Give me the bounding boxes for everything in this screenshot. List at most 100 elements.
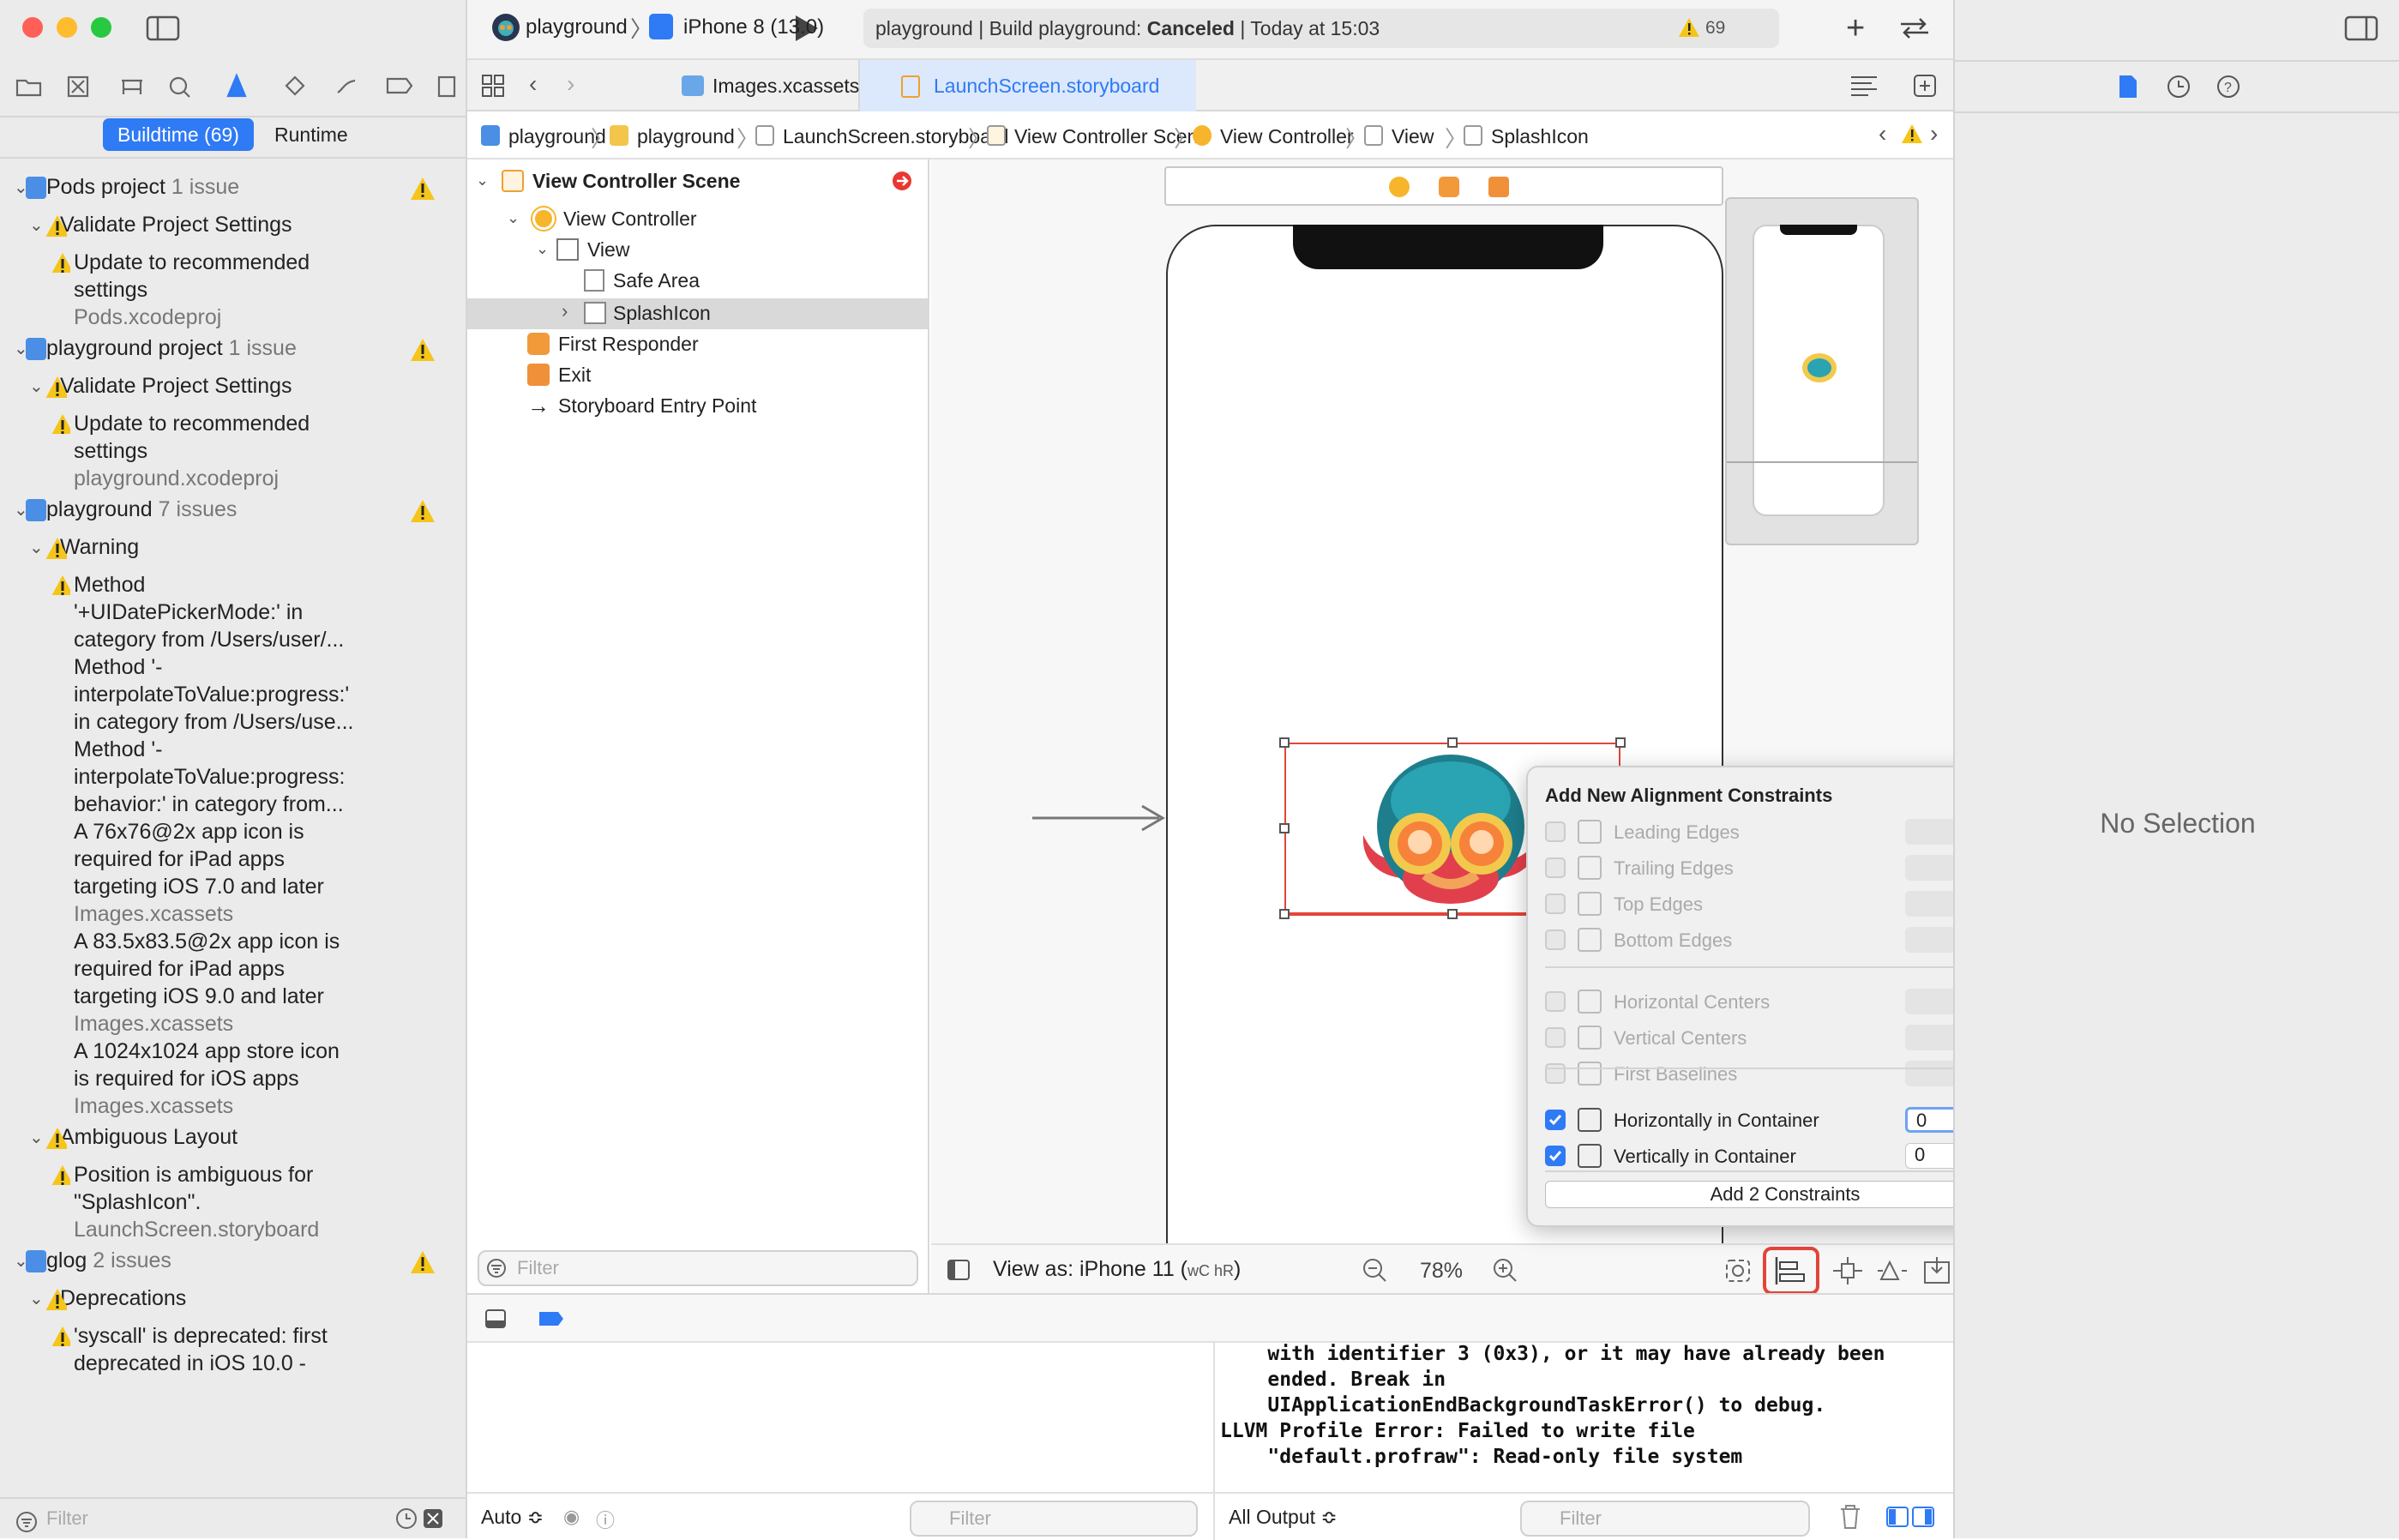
issue-detail-line[interactable]: Pods.xcodeproj <box>74 305 221 330</box>
minimize-window-button[interactable] <box>57 17 77 38</box>
issue-detail-line[interactable]: in category from /Users/use... <box>74 710 354 735</box>
issue-detail-line[interactable]: playground.xcodeproj <box>74 466 279 491</box>
close-window-button[interactable] <box>22 17 43 38</box>
console-output-select[interactable]: All Output ≎ <box>1229 1506 1338 1529</box>
outline-view[interactable]: View <box>587 238 629 262</box>
outline-toggle-icon[interactable] <box>947 1259 971 1281</box>
issue-detail-line[interactable]: 'syscall' is deprecated: first <box>74 1324 328 1349</box>
issue-detail-line[interactable]: Method <box>74 573 145 598</box>
view-disclosure-icon[interactable]: ⌄ <box>536 240 549 258</box>
disclosure-icon[interactable]: ⌄ <box>29 537 44 558</box>
scene-disclosure-icon[interactable]: ⌄ <box>476 171 489 189</box>
issue-category-row[interactable]: Validate Project Settings <box>60 374 292 399</box>
tab-buildtime[interactable]: Buildtime (69) <box>103 118 254 151</box>
sidebar-toggle-icon[interactable] <box>146 15 180 41</box>
grid-icon[interactable] <box>481 74 505 98</box>
zoom-in-icon[interactable] <box>1492 1257 1519 1284</box>
issue-detail-line[interactable]: is required for iOS apps <box>74 1067 299 1092</box>
tab-launchscreen-storyboard[interactable]: LaunchScreen.storyboard <box>860 60 1196 111</box>
recent-filter-icon[interactable] <box>394 1506 446 1531</box>
previous-issue-icon[interactable]: ‹ <box>1879 120 1886 147</box>
trash-icon[interactable] <box>1839 1504 1861 1530</box>
outline-splash-icon[interactable]: SplashIcon <box>613 302 711 325</box>
next-issue-icon[interactable]: › <box>1930 120 1938 147</box>
constraint-checkbox[interactable] <box>1545 1146 1566 1166</box>
issue-detail-line[interactable]: targeting iOS 9.0 and later <box>74 984 324 1009</box>
outline-view-controller[interactable]: View Controller <box>563 208 697 231</box>
resize-handle[interactable] <box>1279 737 1290 748</box>
issue-group-row[interactable]: glog 2 issues <box>46 1248 171 1273</box>
view-as-device-button[interactable]: View as: iPhone 11 (wC hR) <box>993 1257 1241 1282</box>
constraint-checkbox[interactable] <box>1545 857 1566 878</box>
editor-options-icon[interactable] <box>1849 74 1879 98</box>
add-library-icon[interactable]: + <box>1846 10 1865 47</box>
outline-scene-title[interactable]: View Controller Scene <box>532 170 740 193</box>
resize-handle[interactable] <box>1279 823 1290 833</box>
breakpoints-icon[interactable] <box>538 1310 565 1327</box>
back-icon[interactable]: ‹ <box>529 70 537 98</box>
resize-handle[interactable] <box>1615 737 1626 748</box>
embed-in-icon[interactable] <box>1922 1257 1951 1284</box>
disclosure-icon[interactable]: ⌄ <box>29 1127 44 1148</box>
issue-detail-line[interactable]: settings <box>74 278 147 303</box>
issue-detail-line[interactable]: Method '- <box>74 655 162 680</box>
variables-filter-field[interactable]: Filter <box>910 1501 1198 1537</box>
issue-category-row[interactable]: Warning <box>60 535 139 560</box>
error-badge-icon[interactable] <box>893 171 911 190</box>
issue-detail-line[interactable]: behavior:' in category from... <box>74 792 344 817</box>
outline-first-responder[interactable]: First Responder <box>558 333 699 356</box>
resize-handle[interactable] <box>1447 909 1458 919</box>
issue-group-row[interactable]: playground 7 issues <box>46 497 237 522</box>
issue-filter-field[interactable]: Filter <box>9 1502 429 1538</box>
breadcrumb-item[interactable]: View <box>1392 125 1434 148</box>
issue-detail-line[interactable]: A 1024x1024 app store icon <box>74 1039 340 1064</box>
info-icon[interactable]: ⓘ <box>596 1506 615 1533</box>
issue-detail-line[interactable]: settings <box>74 439 147 464</box>
issue-detail-line[interactable]: Images.xcassets <box>74 902 233 927</box>
code-review-icon[interactable] <box>1897 15 1932 41</box>
splash-disclosure-icon[interactable]: › <box>562 300 568 322</box>
issue-detail-line[interactable]: required for iPad apps <box>74 957 285 982</box>
dock-view-controller-icon[interactable] <box>1389 177 1410 197</box>
resize-handle[interactable] <box>1447 737 1458 748</box>
breadcrumb-item[interactable]: View Controller <box>1220 125 1354 148</box>
issue-category-row[interactable]: Ambiguous Layout <box>60 1125 237 1150</box>
issue-detail-line[interactable]: "SplashIcon". <box>74 1190 201 1215</box>
entry-point-arrow[interactable] <box>1031 803 1168 833</box>
zoom-out-icon[interactable] <box>1362 1257 1389 1284</box>
resize-handle[interactable] <box>1279 909 1290 919</box>
resolve-issues-icon[interactable] <box>1878 1257 1907 1284</box>
canvas-minimap[interactable] <box>1725 197 1919 545</box>
split-view-icon[interactable] <box>1885 1506 1937 1528</box>
issue-detail-line[interactable]: deprecated in iOS 10.0 - <box>74 1351 306 1376</box>
file-inspector-icon[interactable] <box>2118 74 2138 99</box>
issue-detail-line[interactable]: interpolateToValue:progress:' <box>74 683 349 707</box>
zoom-window-button[interactable] <box>91 17 111 38</box>
constraint-checkbox[interactable] <box>1545 929 1566 950</box>
eye-icon[interactable]: ◉ <box>563 1506 580 1528</box>
issue-detail-line[interactable]: Update to recommended <box>74 250 310 275</box>
splash-icon-image[interactable] <box>1356 749 1545 912</box>
disclosure-icon[interactable]: ⌄ <box>29 376 44 397</box>
disclosure-icon[interactable]: ⌄ <box>29 214 44 236</box>
hide-debug-icon[interactable] <box>484 1308 507 1329</box>
variables-scope-select[interactable]: Auto ≎ <box>481 1506 544 1529</box>
issue-detail-line[interactable]: required for iPad apps <box>74 847 285 872</box>
issue-detail-line[interactable]: interpolateToValue:progress: <box>74 765 345 790</box>
history-inspector-icon[interactable] <box>2166 74 2192 99</box>
issue-detail-line[interactable]: A 83.5x83.5@2x app icon is <box>74 929 340 954</box>
constraint-checkbox[interactable] <box>1545 1110 1566 1130</box>
constraint-checkbox[interactable] <box>1545 821 1566 842</box>
forward-icon[interactable]: › <box>567 70 574 98</box>
issue-detail-line[interactable]: A 76x76@2x app icon is <box>74 820 304 845</box>
console-output[interactable]: with identifier 3 (0x3), or it may have … <box>1220 1341 1957 1495</box>
help-inspector-icon[interactable]: ? <box>2216 74 2241 99</box>
issue-group-row[interactable]: playground project 1 issue <box>46 336 297 361</box>
issue-detail-line[interactable]: Position is ambiguous for <box>74 1163 313 1188</box>
outline-filter-field[interactable]: Filter <box>478 1250 918 1286</box>
console-filter-field[interactable]: Filter <box>1520 1501 1810 1537</box>
activity-viewer[interactable]: playground | Build playground: Canceled … <box>863 9 1779 48</box>
issue-detail-line[interactable]: Images.xcassets <box>74 1094 233 1119</box>
update-frames-icon[interactable] <box>1723 1257 1753 1284</box>
issue-detail-line[interactable]: Method '- <box>74 737 162 762</box>
